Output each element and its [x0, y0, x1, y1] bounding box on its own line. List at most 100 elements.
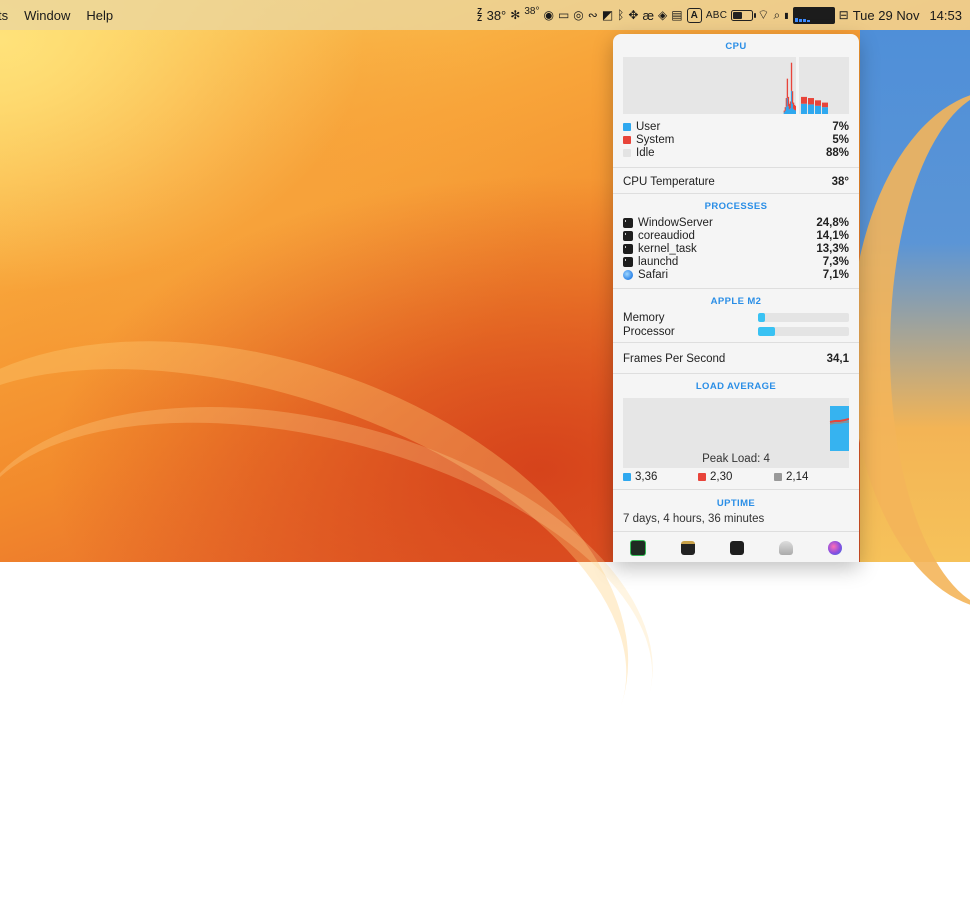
ae-icon[interactable]: æ — [642, 6, 654, 24]
cpu-history-svg — [783, 62, 797, 114]
terminal-icon — [623, 243, 633, 254]
load-5min-swatch — [698, 473, 706, 481]
process-row[interactable]: WindowServer 24,8% — [623, 216, 849, 229]
menubar-time[interactable]: 14:53 — [929, 8, 962, 23]
processor-bar — [758, 327, 849, 336]
load-1min-value: 3,36 — [635, 471, 658, 483]
fps-label: Frames Per Second — [623, 352, 726, 365]
cpu-temperature-section: CPU Temperature 38° — [613, 167, 859, 194]
status-area: ZZ 38° ✻ 38° ◉ ▭ ◎ ∾ ◩ ᛒ ✥ æ ◈ ▤ A ABC ⌔… — [477, 0, 962, 30]
link-icon[interactable]: ∾ — [588, 6, 598, 24]
butterfly-icon[interactable]: ✥ — [628, 6, 638, 24]
console-icon[interactable] — [681, 540, 696, 555]
airdrop-icon[interactable]: ◉ — [543, 6, 553, 24]
core-system-bar — [815, 100, 821, 106]
core-system-bar — [808, 98, 814, 105]
terminal-icon — [623, 230, 633, 241]
load-average-graph: Peak Load: 4 — [623, 398, 850, 468]
legend-system: System 5% — [623, 133, 849, 146]
disk-utility-icon[interactable] — [827, 540, 842, 555]
fps-section: Frames Per Second 34,1 — [613, 342, 859, 374]
legend-idle: Idle 88% — [623, 146, 849, 159]
process-row[interactable]: kernel_task 13,3% — [623, 242, 849, 255]
load-average-section: LOAD AVERAGE Peak Load: 4 3,36 2,30 2,14 — [613, 373, 859, 490]
keyboard-viewer-icon[interactable]: A — [686, 7, 702, 23]
popover-toolbar — [613, 531, 859, 562]
layers-icon[interactable]: ◈ — [658, 6, 667, 24]
process-row[interactable]: coreaudiod 14,1% — [623, 229, 849, 242]
core-system-bar — [822, 102, 828, 108]
cpu-history-graph — [623, 57, 797, 114]
cpu-system-mark — [786, 78, 789, 99]
core-user-bar — [815, 105, 821, 114]
core-user-bar — [801, 103, 807, 114]
cpu-section-title: CPU — [725, 41, 747, 52]
cpu-cores-graph — [799, 57, 849, 114]
idle-swatch — [623, 148, 631, 157]
core-user-bar — [822, 107, 828, 114]
core-user-bar — [808, 104, 814, 114]
terminal-icon — [623, 256, 633, 267]
menu-bar: ts Window Help ZZ 38° ✻ 38° ◉ ▭ ◎ ∾ ◩ ᛒ … — [0, 0, 970, 30]
system-value: 5% — [832, 133, 849, 146]
load-15min-value: 2,14 — [786, 471, 809, 483]
processes-section: PROCESSES WindowServer 24,8% coreaudiod … — [613, 193, 859, 289]
cpu-system-mark — [790, 62, 793, 91]
cpu-cores-svg — [801, 96, 828, 114]
battery-icon[interactable] — [731, 9, 757, 21]
spotlight-search-icon[interactable]: ⌕ — [774, 6, 781, 24]
terminal-icon — [623, 217, 633, 228]
menubar-date[interactable]: Tue 29 Nov — [853, 8, 920, 23]
cpu-temperature-label: CPU Temperature — [623, 175, 715, 188]
processor-label: Processor — [623, 325, 675, 338]
cpu-menu-graph[interactable] — [792, 6, 835, 24]
bookmark-icon[interactable]: ◩ — [602, 6, 613, 24]
cpu-system-mark — [794, 106, 797, 111]
menu-item-help[interactable]: Help — [78, 8, 121, 23]
record-icon[interactable]: ◎ — [573, 6, 583, 24]
apple-m2-section: APPLE M2 Memory Processor — [613, 288, 859, 343]
gear-cog-icon[interactable]: ✻ — [510, 6, 520, 24]
load-legend: 3,36 2,30 2,14 — [623, 471, 849, 484]
processes-title: PROCESSES — [704, 201, 768, 212]
activity-icon[interactable]: ▮ — [784, 6, 788, 24]
uptime-title: UPTIME — [716, 498, 756, 509]
load-15min-swatch — [774, 473, 782, 481]
menu-item-partial[interactable]: ts — [0, 8, 16, 23]
memory-bar — [758, 313, 849, 322]
wifi-icon[interactable]: ⌔ — [757, 6, 769, 24]
cpu-system-mark — [791, 91, 794, 104]
load-average-title: LOAD AVERAGE — [695, 381, 777, 392]
idle-value: 88% — [825, 146, 849, 159]
cpu-section: CPU User 7% System 5% Idle 88% — [613, 34, 859, 167]
load-1min-swatch — [623, 473, 631, 481]
user-value: 7% — [832, 120, 849, 133]
process-row[interactable]: launchd 7,3% — [623, 255, 849, 268]
system-stats-popover: CPU User 7% System 5% Idle 88% CPU Tempe… — [613, 34, 859, 562]
temperature-small-readout[interactable]: 38° — [524, 6, 539, 17]
control-center-icon[interactable]: ⊟ — [839, 6, 849, 24]
uptime-section: UPTIME 7 days, 4 hours, 36 minutes — [613, 489, 859, 532]
legend-user: User 7% — [623, 120, 849, 133]
activity-monitor-icon[interactable] — [630, 539, 647, 556]
fps-value: 34,1 — [826, 352, 849, 365]
process-row[interactable]: Safari 7,1% — [623, 268, 849, 281]
user-swatch — [623, 122, 631, 131]
safari-icon — [623, 269, 633, 280]
system-info-icon[interactable] — [778, 540, 793, 555]
load-5min-value: 2,30 — [710, 471, 733, 483]
wallpaper-edge — [850, 30, 970, 610]
apple-m2-title: APPLE M2 — [710, 296, 762, 307]
memory-label: Memory — [623, 311, 665, 324]
bluetooth-icon[interactable]: ᛒ — [617, 6, 624, 24]
temperature-readout[interactable]: 38° — [487, 8, 507, 23]
cpu-user-mark — [794, 110, 797, 114]
cpu-temperature-value: 38° — [831, 175, 849, 188]
menu-item-window[interactable]: Window — [16, 8, 78, 23]
memory-icon[interactable]: ▤ — [671, 6, 682, 24]
input-source[interactable]: ABC — [706, 10, 727, 21]
core-system-bar — [801, 96, 807, 104]
terminal-icon[interactable] — [729, 540, 744, 555]
window-icon[interactable]: ▭ — [558, 6, 569, 24]
sleep-icon[interactable]: ZZ — [477, 6, 483, 24]
